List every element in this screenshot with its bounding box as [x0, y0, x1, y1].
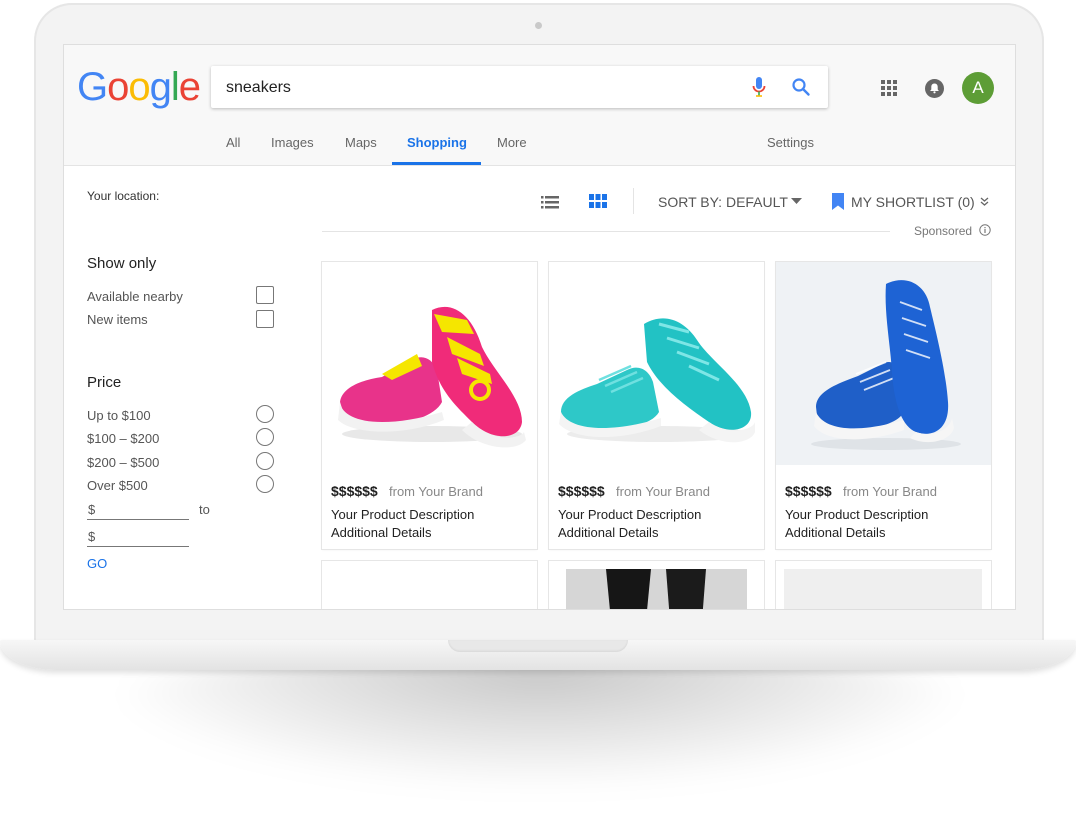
min-price-prefix: $ — [88, 502, 96, 517]
show-only-heading: Show only — [87, 255, 157, 272]
product-description[interactable]: Your Product Description — [785, 507, 928, 522]
tab-maps[interactable]: Maps — [345, 135, 377, 150]
product-price: $$$$$$ — [331, 483, 378, 499]
product-card[interactable] — [776, 561, 991, 609]
price-option-label: Up to $100 — [87, 408, 151, 423]
product-description[interactable]: Your Product Description — [331, 507, 474, 522]
logo-letter: o — [107, 65, 129, 109]
price-option-label: $100 – $200 — [87, 431, 160, 446]
logo-letter: o — [128, 65, 150, 109]
product-image[interactable] — [549, 262, 764, 465]
microphone-icon[interactable] — [751, 76, 767, 98]
product-price: $$$$$$ — [558, 483, 605, 499]
search-icon[interactable] — [791, 77, 811, 97]
price-option-label: $200 – $500 — [87, 455, 160, 470]
price-heading: Price — [87, 374, 122, 391]
info-icon[interactable] — [979, 224, 991, 236]
product-details: Additional Details — [785, 525, 886, 540]
product-card[interactable]: $$$$$$ from Your Brand Your Product Desc… — [322, 262, 537, 549]
logo-letter: e — [178, 65, 201, 109]
price-100-200-radio[interactable] — [256, 428, 274, 446]
toolbar-separator — [322, 231, 890, 232]
notifications-bell-icon[interactable] — [925, 79, 944, 98]
price-option-label: Over $500 — [87, 478, 148, 493]
product-price: $$$$$$ — [785, 483, 832, 499]
available-nearby-checkbox[interactable] — [256, 286, 274, 304]
search-input[interactable]: sneakers — [211, 66, 828, 108]
account-avatar[interactable]: A — [962, 72, 994, 104]
product-image[interactable] — [776, 262, 991, 465]
product-card[interactable]: $$$$$$ from Your Brand Your Product Desc… — [549, 262, 764, 549]
product-image[interactable] — [322, 262, 537, 465]
sort-dropdown[interactable]: SORT BY: DEFAULT — [658, 194, 788, 210]
logo-letter: l — [170, 65, 180, 109]
product-brand: from Your Brand — [389, 484, 483, 499]
logo-letter: g — [149, 65, 172, 109]
active-tab-indicator — [392, 162, 481, 165]
price-up-to-100-radio[interactable] — [256, 405, 274, 423]
location-label[interactable]: Your location: — [87, 189, 159, 203]
max-price-prefix: $ — [88, 529, 96, 544]
tab-shopping[interactable]: Shopping — [407, 135, 467, 150]
product-details: Additional Details — [331, 525, 432, 540]
double-chevron-down-icon[interactable] — [980, 197, 989, 207]
min-price-field[interactable] — [87, 519, 189, 520]
grid-view-icon[interactable] — [589, 194, 607, 209]
product-details: Additional Details — [558, 525, 659, 540]
go-button[interactable]: GO — [87, 556, 107, 571]
max-price-field[interactable] — [87, 546, 189, 547]
filter-available-nearby-label: Available nearby — [87, 289, 183, 304]
new-items-checkbox[interactable] — [256, 310, 274, 328]
sponsored-label: Sponsored — [914, 224, 973, 238]
laptop-notch — [448, 640, 628, 652]
settings-link[interactable]: Settings — [767, 135, 814, 150]
tab-all[interactable]: All — [226, 135, 240, 150]
product-card[interactable] — [322, 561, 537, 609]
tab-images[interactable]: Images — [271, 135, 314, 150]
apps-grid-icon[interactable] — [881, 80, 897, 96]
search-query: sneakers — [226, 79, 291, 96]
price-200-500-radio[interactable] — [256, 452, 274, 470]
toolbar-divider — [633, 188, 634, 214]
product-description[interactable]: Your Product Description — [558, 507, 701, 522]
product-card[interactable] — [549, 561, 764, 609]
filter-new-items-label: New items — [87, 312, 148, 327]
google-logo[interactable]: Google — [77, 65, 201, 110]
sort-caret-down-icon[interactable] — [791, 198, 802, 205]
price-over-500-radio[interactable] — [256, 475, 274, 493]
list-view-icon[interactable] — [541, 196, 559, 209]
product-brand: from Your Brand — [843, 484, 937, 499]
my-shortlist-button[interactable]: MY SHORTLIST (0) — [851, 194, 975, 210]
laptop-camera — [535, 22, 542, 29]
bookmark-icon[interactable] — [832, 193, 844, 210]
logo-letter: G — [77, 65, 108, 109]
price-range-to-label: to — [199, 502, 210, 517]
product-image[interactable] — [566, 569, 747, 609]
product-brand: from Your Brand — [616, 484, 710, 499]
product-image[interactable] — [784, 569, 982, 609]
search-header: Google sneakers A All Images Maps Shoppi… — [64, 45, 1015, 166]
product-card[interactable]: $$$$$$ from Your Brand Your Product Desc… — [776, 262, 991, 549]
tab-more[interactable]: More — [497, 135, 527, 150]
browser-screen: Google sneakers A All Images Maps Shoppi… — [64, 45, 1015, 609]
